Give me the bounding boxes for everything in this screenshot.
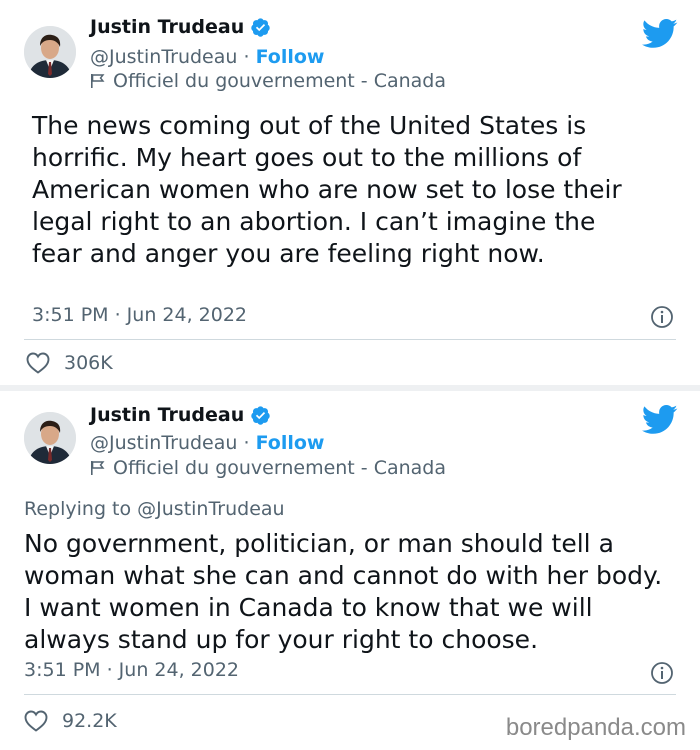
- info-icon[interactable]: [650, 305, 674, 329]
- verified-badge-icon: [251, 405, 270, 425]
- twitter-bird-icon[interactable]: [642, 19, 678, 49]
- like-button[interactable]: 306K: [26, 352, 113, 374]
- like-count: 92.2K: [62, 710, 117, 732]
- follow-button[interactable]: Follow: [256, 46, 325, 68]
- avatar[interactable]: [24, 412, 76, 464]
- watermark: boredpanda.com: [505, 714, 686, 741]
- government-flag-icon: [91, 74, 105, 88]
- author-handle[interactable]: @JustinTrudeau: [90, 432, 237, 454]
- tweet-card[interactable]: Justin Trudeau @JustinTrudeau · Follow O…: [0, 0, 700, 385]
- tweet-timestamp[interactable]: 3:51 PM · Jun 24, 2022: [24, 659, 239, 681]
- tweet-timestamp[interactable]: 3:51 PM · Jun 24, 2022: [32, 304, 247, 326]
- divider: [24, 694, 676, 695]
- government-label: Officiel du gouvernement - Canada: [113, 457, 446, 479]
- twitter-bird-icon[interactable]: [642, 405, 678, 435]
- info-icon[interactable]: [650, 661, 674, 685]
- follow-button[interactable]: Follow: [256, 432, 325, 454]
- heart-icon: [24, 710, 48, 732]
- tweet-text: The news coming out of the United States…: [32, 111, 622, 268]
- author-name[interactable]: Justin Trudeau: [90, 404, 244, 426]
- government-flag-icon: [91, 461, 105, 475]
- tweet-text: No government, politician, or man should…: [24, 529, 663, 654]
- verified-badge-icon: [251, 17, 270, 37]
- like-count: 306K: [64, 352, 113, 374]
- divider: [24, 339, 676, 340]
- tweet-card[interactable]: Justin Trudeau @JustinTrudeau · Follow O…: [0, 391, 700, 750]
- author-handle[interactable]: @JustinTrudeau: [90, 46, 237, 68]
- replying-to-label[interactable]: Replying to @JustinTrudeau: [24, 498, 285, 520]
- author-name[interactable]: Justin Trudeau: [90, 16, 244, 38]
- heart-icon: [26, 352, 50, 374]
- separator-dot: ·: [243, 46, 256, 68]
- avatar[interactable]: [24, 26, 76, 78]
- government-label: Officiel du gouvernement - Canada: [113, 70, 446, 92]
- separator-dot: ·: [243, 432, 256, 454]
- like-button[interactable]: 92.2K: [24, 710, 117, 732]
